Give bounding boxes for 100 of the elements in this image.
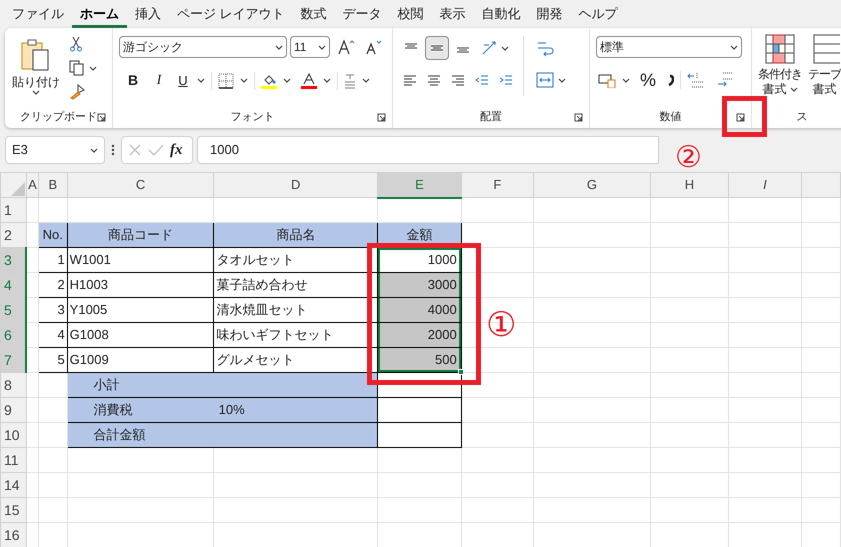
italic-button[interactable]: I [149,70,169,91]
merge-cells-icon[interactable] [536,72,554,88]
highlight-box [722,96,767,137]
font-size-dropdown[interactable]: 11 [290,36,330,58]
table-cell: 1 [38,248,68,272]
column-header[interactable]: C [67,172,214,198]
dialog-launcher-icon[interactable] [574,113,583,122]
caret-icon[interactable] [90,148,98,152]
caret-icon[interactable] [323,78,331,83]
table-format-button[interactable]: テーブ 書式 [808,34,841,106]
caret-icon[interactable] [275,44,283,50]
menu-tab[interactable]: 数式 [292,2,335,28]
caret-icon[interactable] [318,44,326,50]
table-cell: 清水焼皿セット [214,298,378,322]
column-header[interactable]: B [38,172,68,198]
row-header[interactable]: 15 [0,498,26,522]
table-header: No. [38,222,68,248]
middle-align-button[interactable] [425,36,449,60]
comma-style-icon[interactable] [666,73,674,87]
caret-icon[interactable] [362,78,370,83]
font-name-dropdown[interactable]: 游ゴシック [119,36,287,58]
step-number: ① [486,304,516,347]
column-header[interactable]: G [533,172,650,198]
row-header[interactable]: 8 [0,372,26,398]
menu-tab[interactable]: データ [334,2,390,28]
table-cell: 菓子詰め合わせ [214,272,378,298]
insert-function-button[interactable]: fx [170,138,182,162]
row-header[interactable]: 1 [0,198,26,222]
align-right-icon[interactable] [451,74,465,86]
table-cell: 3000 [378,272,462,298]
caret-icon[interactable] [89,66,97,70]
scissors-icon[interactable] [69,36,83,52]
paste-button[interactable]: 貼り付け [11,36,61,106]
caret-icon[interactable] [501,46,509,50]
row-header[interactable]: 9 [0,398,26,422]
table-cell: G1008 [67,322,214,348]
dialog-launcher-icon[interactable] [736,113,745,122]
increase-decimal-icon[interactable] [687,71,706,89]
shrink-font-icon[interactable] [364,39,382,55]
table-cell: W1001 [67,248,214,272]
table-cell: H1003 [67,272,214,298]
number-format-dropdown[interactable]: 標準 [596,36,742,58]
decrease-indent-icon[interactable] [475,74,489,86]
formula-input[interactable]: 1000 [197,136,659,164]
caret-icon[interactable] [622,78,630,82]
group-label: ス [796,110,808,125]
table-cell: 4000 [378,298,462,322]
conditional-format-button[interactable]: 条件付き 書式 [758,34,802,106]
row-header[interactable]: 11 [0,448,26,472]
summary-value: 10% [218,401,245,420]
font-color-icon[interactable] [301,72,317,88]
row-header[interactable]: 2 [0,222,26,248]
borders-icon[interactable] [218,72,234,88]
menu-tab[interactable]: ページ レイアウト [169,2,293,28]
menu-tab[interactable]: 校閲 [390,2,432,28]
phonetic-icon[interactable] [344,72,356,88]
check-icon[interactable] [148,143,164,157]
percent-button[interactable]: % [640,70,656,90]
caret-icon[interactable] [790,87,798,92]
column-header[interactable]: F [461,172,534,198]
menu-tab[interactable]: 開発 [528,2,571,28]
menu-tab[interactable]: 挿入 [127,2,169,28]
fill-handle[interactable] [458,369,464,375]
grow-font-icon[interactable] [337,39,355,55]
row-header[interactable]: 16 [0,522,26,547]
menu-tab[interactable]: ファイル [4,2,72,28]
copy-icon[interactable] [69,60,85,76]
table-cell: タオルセット [214,248,378,272]
table-cell: 2 [38,272,68,298]
caret-icon[interactable] [197,78,205,83]
table-cell: 味わいギフトセット [214,322,378,348]
column-header[interactable]: I [728,172,802,198]
column-header[interactable]: H [650,172,728,198]
fill-color-icon[interactable] [261,72,277,88]
bold-button[interactable]: B [123,70,143,91]
column-header[interactable]: D [214,172,378,198]
align-center-icon[interactable] [427,74,441,86]
caret-icon[interactable] [283,78,291,83]
dialog-launcher-icon[interactable] [377,113,386,122]
table-header: 商品名 [214,222,378,248]
name-box[interactable]: E3 [5,136,105,164]
underline-button[interactable]: U [175,70,191,90]
menu-tab[interactable]: ヘルプ [570,2,626,28]
caret-icon[interactable] [240,78,248,83]
menu-tab[interactable]: 表示 [432,2,474,28]
row-header[interactable]: 14 [0,472,26,498]
menu-tab[interactable]: 自動化 [474,2,529,28]
group-label: クリップボード [20,110,97,125]
row-header[interactable]: 10 [0,422,26,448]
caret-icon[interactable] [32,90,40,95]
align-left-icon[interactable] [403,74,417,86]
more-options-icon[interactable] [111,144,115,156]
paintbrush-icon[interactable] [69,84,85,100]
dialog-launcher-icon[interactable] [97,113,106,122]
caret-icon[interactable] [558,78,566,82]
accounting-format-icon[interactable] [598,72,616,88]
column-header[interactable]: A [26,172,38,198]
group-label: 数値 [660,110,682,125]
caret-icon[interactable] [730,44,738,50]
increase-indent-icon[interactable] [499,74,513,86]
